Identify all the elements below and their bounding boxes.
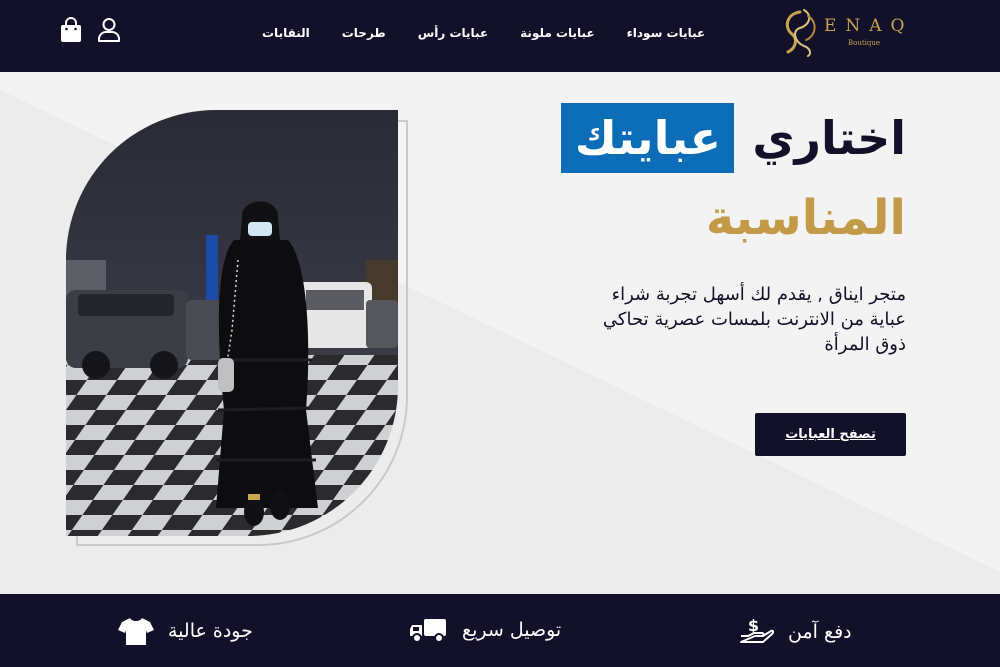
feature-secure-payment: دفع آمن $: [740, 616, 852, 648]
nav-black-abayas[interactable]: عبايات سوداء: [627, 26, 706, 40]
main-nav: عبايات سوداء عبايات ملونة عبايات رأس طرح…: [262, 26, 705, 40]
feature-label-delivery: توصيل سريع: [462, 619, 562, 641]
feature-fast-delivery: توصيل سريع: [410, 616, 561, 644]
headline-suitable: المناسبة: [705, 190, 906, 246]
browse-abayas-button[interactable]: تصفح العبايات: [755, 413, 906, 456]
model-photo: [66, 110, 398, 536]
nav-head-abayas[interactable]: عبايات رأس: [418, 26, 488, 40]
logo-swirl-icon: [785, 9, 816, 57]
features-bar: جودة عالية توصيل سريع دفع آمن $: [0, 594, 1000, 667]
header-icons: [58, 16, 122, 44]
tshirt-icon: [118, 618, 154, 645]
hero-section: اختاري عبايتك المناسبة متجر ايناق , يقدم…: [0, 72, 1000, 594]
delivery-truck-icon: [410, 619, 446, 643]
feature-label-quality: جودة عالية: [168, 620, 253, 642]
headline-highlight: عبايتك: [561, 103, 735, 173]
hero-description: متجر ايناق , يقدم لك أسهل تجربة شراء عبا…: [602, 284, 906, 355]
shopping-bag-icon[interactable]: [58, 16, 84, 44]
user-icon[interactable]: [96, 16, 122, 44]
feature-label-payment: دفع آمن: [788, 621, 852, 643]
logo-subtitle: Boutique: [848, 39, 881, 47]
hero-headline: اختاري عبايتك: [561, 96, 906, 180]
logo-text: ENAQ: [824, 16, 914, 36]
nav-scarves[interactable]: طرحات: [342, 26, 386, 40]
brand-logo[interactable]: ENAQ Boutique: [778, 6, 908, 62]
nav-niqabs[interactable]: النقابات: [262, 26, 310, 40]
nav-colored-abayas[interactable]: عبايات ملونة: [520, 26, 594, 40]
site-header: عبايات سوداء عبايات ملونة عبايات رأس طرح…: [0, 0, 1000, 72]
feature-high-quality: جودة عالية: [118, 616, 253, 646]
headline-word-choose: اختاري: [752, 111, 906, 165]
hand-money-icon: $: [740, 616, 774, 643]
